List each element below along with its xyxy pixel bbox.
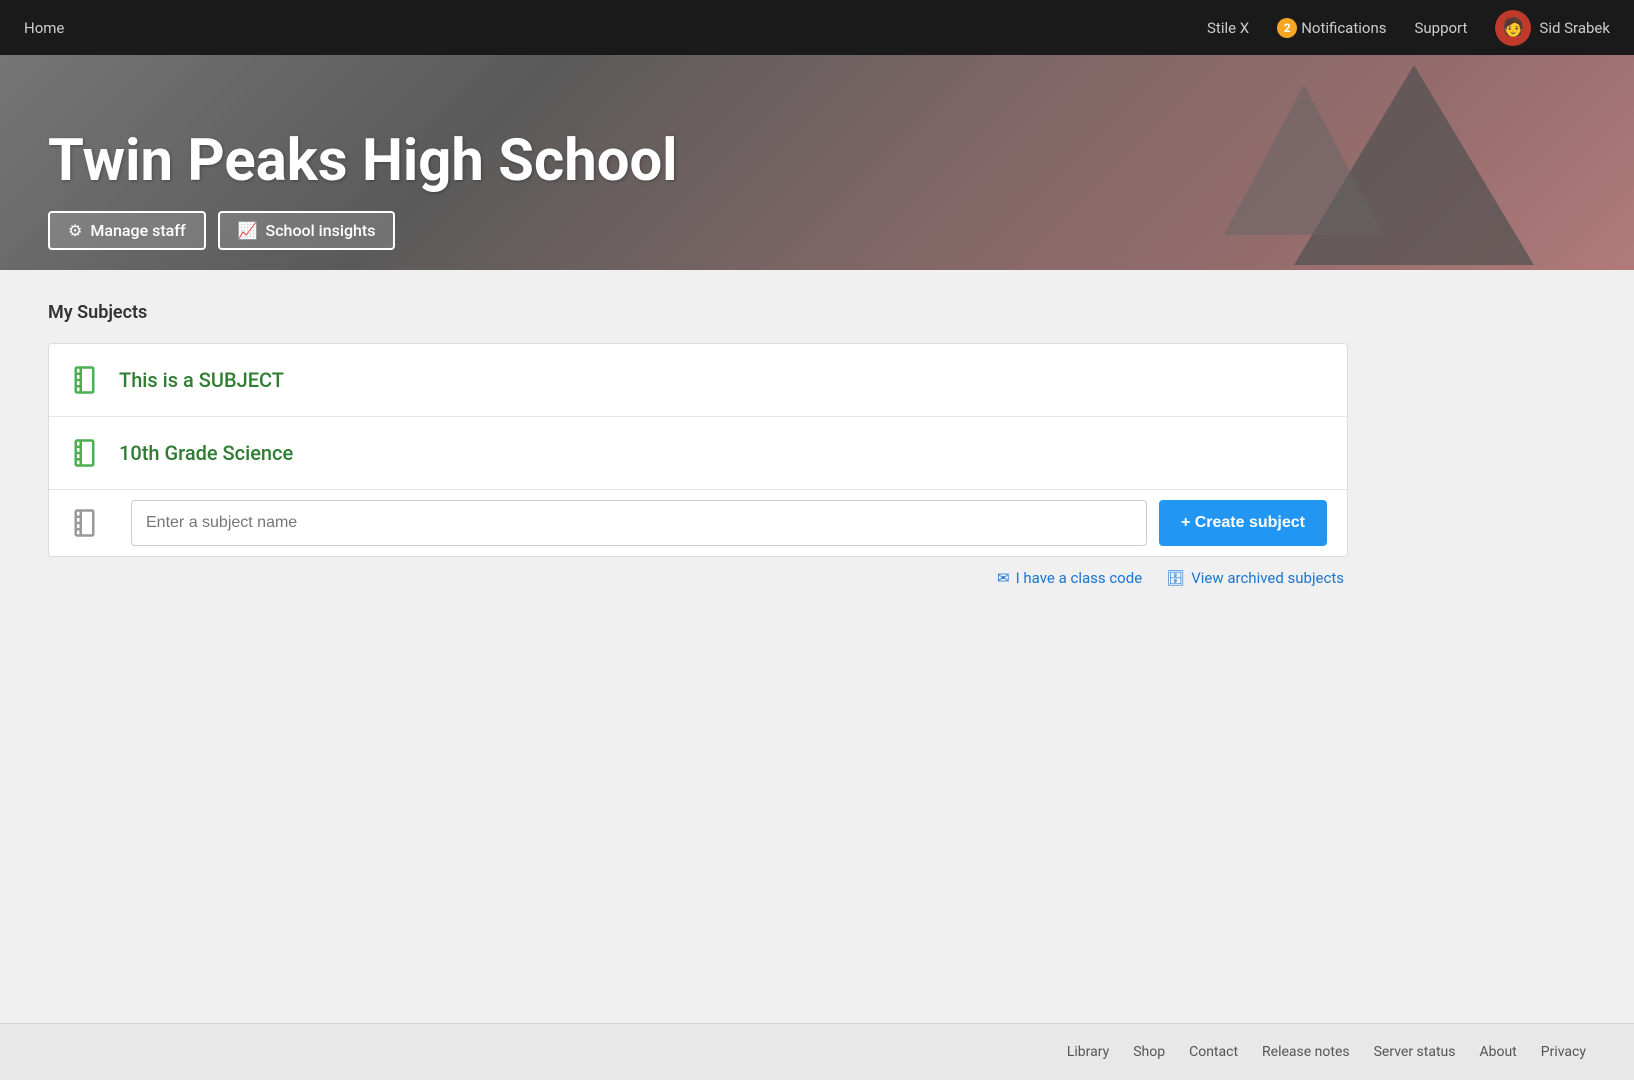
footer: Library Shop Contact Release notes Serve…	[0, 1023, 1634, 1080]
chart-icon: 📈	[238, 221, 258, 240]
stile-link[interactable]: Stile X	[1207, 19, 1249, 37]
manage-staff-button[interactable]: ⚙ Manage staff	[48, 211, 206, 250]
create-subject-label: + Create subject	[1181, 514, 1305, 532]
hero-buttons: ⚙ Manage staff 📈 School insights	[48, 211, 1586, 250]
class-code-label: I have a class code	[1016, 569, 1143, 587]
footer-about-link[interactable]: About	[1479, 1044, 1516, 1060]
hero-content: Twin Peaks High School ⚙ Manage staff 📈 …	[48, 127, 1586, 250]
notification-count-badge: 2	[1277, 18, 1297, 38]
my-subjects-title: My Subjects	[48, 302, 1586, 323]
subject-book-icon	[69, 362, 105, 398]
subject-book-icon	[69, 435, 105, 471]
footer-shop-link[interactable]: Shop	[1133, 1044, 1165, 1060]
subject-row[interactable]: 10th Grade Science	[49, 417, 1347, 490]
manage-staff-label: Manage staff	[90, 221, 185, 240]
school-name: Twin Peaks High School	[48, 127, 1586, 195]
user-name: Sid Srabek	[1539, 19, 1610, 37]
avatar: 🧑	[1495, 10, 1531, 46]
subjects-container: This is a SUBJECT 10th Grade Science	[48, 343, 1348, 557]
footer-release-notes-link[interactable]: Release notes	[1262, 1044, 1350, 1060]
user-menu[interactable]: 🧑 Sid Srabek	[1495, 10, 1610, 46]
notifications-label: Notifications	[1301, 19, 1386, 37]
archive-icon: 🗄	[1166, 569, 1185, 587]
class-code-link[interactable]: ✉ I have a class code	[997, 569, 1142, 587]
create-subject-row: + Create subject	[49, 490, 1347, 556]
footer-server-status-link[interactable]: Server status	[1374, 1044, 1456, 1060]
footer-privacy-link[interactable]: Privacy	[1541, 1044, 1586, 1060]
subject-name: This is a SUBJECT	[119, 368, 284, 392]
new-subject-icon	[69, 505, 105, 541]
view-archived-link[interactable]: 🗄 View archived subjects	[1166, 569, 1344, 587]
view-archived-label: View archived subjects	[1191, 569, 1344, 587]
gear-icon: ⚙	[68, 221, 82, 240]
create-subject-button[interactable]: + Create subject	[1159, 500, 1327, 546]
home-link[interactable]: Home	[24, 19, 64, 37]
footer-contact-link[interactable]: Contact	[1189, 1044, 1238, 1060]
subject-row[interactable]: This is a SUBJECT	[49, 344, 1347, 417]
hero-banner: Twin Peaks High School ⚙ Manage staff 📈 …	[0, 55, 1634, 270]
support-link[interactable]: Support	[1414, 19, 1467, 37]
notifications-link[interactable]: 2 Notifications	[1277, 18, 1386, 38]
subjects-links: ✉ I have a class code 🗄 View archived su…	[48, 569, 1348, 587]
footer-library-link[interactable]: Library	[1067, 1044, 1109, 1060]
main-content: My Subjects This is a SUBJECT	[0, 270, 1634, 1023]
school-insights-label: School insights	[266, 221, 376, 240]
subject-name-input[interactable]	[131, 500, 1147, 546]
envelope-icon: ✉	[997, 569, 1010, 587]
school-insights-button[interactable]: 📈 School insights	[218, 211, 396, 250]
subject-name: 10th Grade Science	[119, 441, 293, 465]
top-navigation: Home Stile X 2 Notifications Support 🧑 S…	[0, 0, 1634, 55]
